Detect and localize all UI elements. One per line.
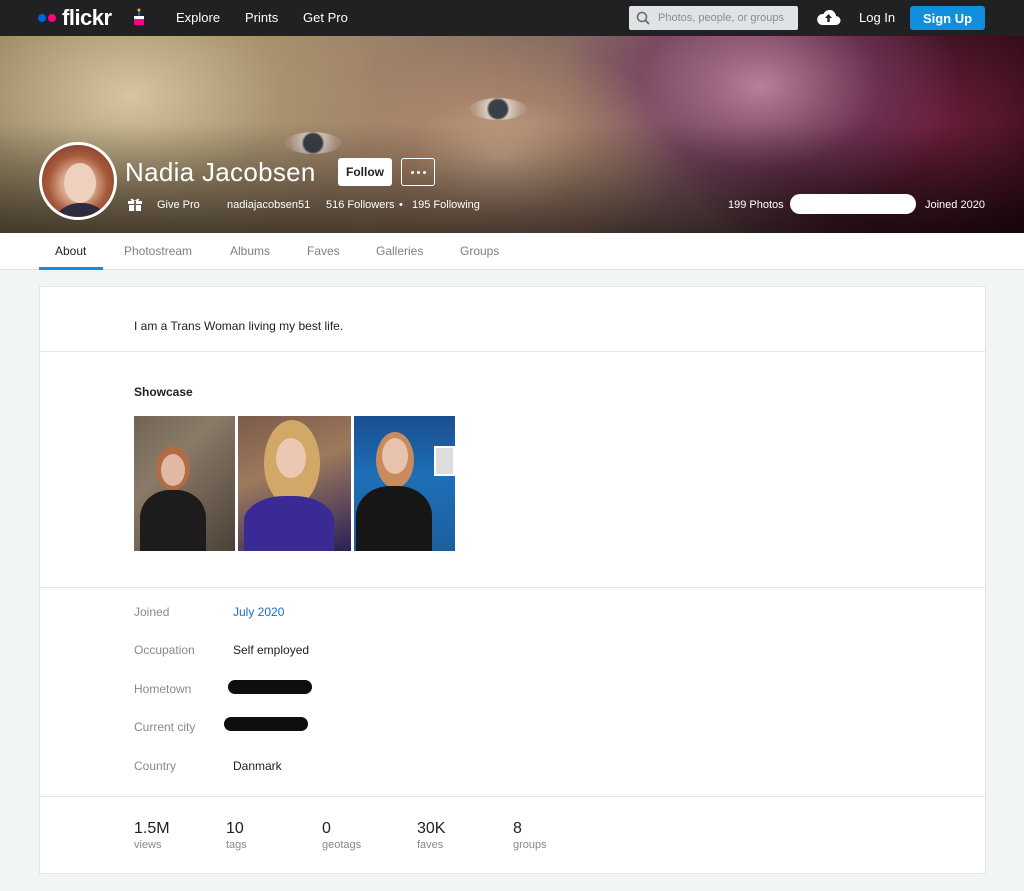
redaction-mark: [228, 680, 312, 694]
tab-galleries[interactable]: Galleries: [376, 244, 423, 258]
gift-icon[interactable]: [127, 196, 143, 212]
profile-name: Nadia Jacobsen: [125, 157, 316, 187]
photo-window: [434, 446, 455, 476]
divider: [40, 351, 985, 352]
search-box[interactable]: [629, 6, 798, 30]
tab-faves[interactable]: Faves: [307, 244, 340, 258]
more-options-button[interactable]: [401, 158, 435, 186]
logo-wordmark: flickr: [62, 5, 112, 30]
avatar-face: [64, 163, 96, 203]
profile-tabs: About Photostream Albums Faves Galleries…: [0, 233, 1024, 270]
info-value-occupation: Self employed: [233, 643, 310, 657]
info-value-country: Danmark: [233, 759, 282, 773]
search-input[interactable]: [658, 12, 788, 24]
signup-button[interactable]: Sign Up: [910, 6, 985, 30]
info-label-country: Country: [134, 759, 177, 773]
divider: [40, 796, 985, 797]
active-tab-indicator: [39, 267, 103, 270]
stat-faves-label[interactable]: faves: [417, 839, 443, 851]
info-label-hometown: Hometown: [134, 682, 192, 696]
more-dot: [416, 170, 420, 174]
cake-icon[interactable]: [132, 8, 146, 26]
showcase-photo-2[interactable]: [238, 416, 351, 551]
redaction-mark: [224, 717, 308, 731]
joined-year: Joined 2020: [925, 199, 985, 211]
stat-tags-label[interactable]: tags: [226, 839, 247, 851]
divider: [40, 587, 985, 588]
photo-count: 199 Photos: [728, 199, 784, 211]
info-label-joined: Joined: [134, 605, 170, 619]
nav-explore-link[interactable]: Explore: [176, 10, 220, 25]
tab-albums[interactable]: Albums: [230, 244, 270, 258]
login-link[interactable]: Log In: [859, 10, 895, 25]
showcase-title: Showcase: [134, 385, 193, 399]
nav-get-pro-link[interactable]: Get Pro: [303, 10, 348, 25]
username: nadiajacobsen51: [227, 199, 311, 211]
logo-pink-dot: [48, 14, 56, 22]
photo-figure-face: [161, 454, 185, 486]
photo-figure-body: [244, 496, 334, 551]
photo-figure-body: [356, 486, 432, 551]
info-value-joined[interactable]: July 2020: [233, 605, 284, 619]
stat-geotags-label[interactable]: geotags: [322, 839, 361, 851]
more-dot: [422, 170, 426, 174]
search-icon: [636, 11, 650, 25]
more-dot: [410, 170, 414, 174]
nav-prints-link[interactable]: Prints: [245, 10, 278, 25]
showcase-photo-3[interactable]: [354, 416, 455, 551]
tab-groups[interactable]: Groups: [460, 244, 499, 258]
info-label-current-city: Current city: [134, 720, 196, 734]
stat-groups-count[interactable]: 8: [513, 820, 522, 838]
redaction-mark: [790, 194, 916, 214]
avatar[interactable]: [39, 142, 117, 220]
info-label-occupation: Occupation: [134, 643, 195, 657]
stat-faves-count[interactable]: 30K: [417, 820, 445, 838]
showcase-photo-1[interactable]: [134, 416, 235, 551]
photo-figure-face: [382, 438, 408, 474]
upload-cloud-icon[interactable]: [816, 8, 841, 26]
meta-separator: •: [399, 199, 403, 211]
stat-views-count: 1.5M: [134, 820, 170, 837]
stat-tags-count[interactable]: 10: [226, 820, 244, 838]
photo-figure-body: [140, 490, 206, 551]
tab-about[interactable]: About: [55, 244, 86, 258]
stat-groups-label[interactable]: groups: [513, 839, 547, 851]
top-nav: flickr Explore Prints Get Pro Log In Sig…: [0, 0, 1024, 36]
logo-blue-dot: [38, 14, 46, 22]
bio-text: I am a Trans Woman living my best life.: [134, 319, 344, 333]
following-link[interactable]: 195 Following: [412, 199, 480, 211]
photo-figure-face: [276, 438, 306, 478]
stat-geotags-count[interactable]: 0: [322, 820, 331, 838]
give-pro-link[interactable]: Give Pro: [157, 199, 200, 211]
about-card: I am a Trans Woman living my best life. …: [39, 286, 986, 874]
followers-link[interactable]: 516 Followers: [326, 199, 394, 211]
stat-views-label: views: [134, 839, 162, 851]
tab-photostream[interactable]: Photostream: [124, 244, 192, 258]
follow-button[interactable]: Follow: [338, 158, 392, 186]
cover-eye-right: [470, 98, 526, 120]
flickr-logo[interactable]: flickr: [38, 5, 112, 30]
